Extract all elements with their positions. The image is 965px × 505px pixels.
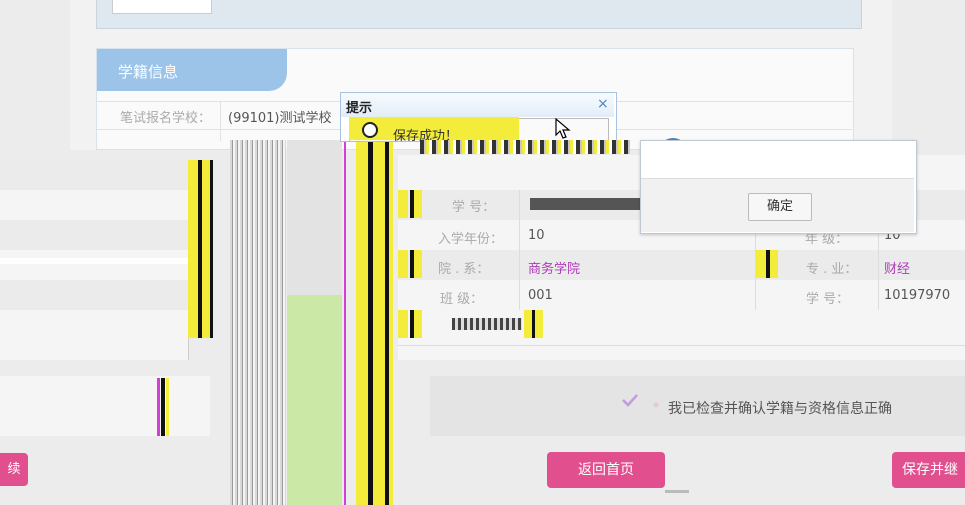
page-root: { "top_section": { "tab_title": "学籍信息", … bbox=[0, 0, 965, 505]
save-continue-label: 保存并继 bbox=[902, 462, 958, 478]
back-home-label: 返回首页 bbox=[578, 462, 634, 478]
glitch-bar bbox=[202, 160, 210, 338]
left-row-3 bbox=[0, 258, 188, 264]
glitch-bar bbox=[770, 250, 778, 278]
section-tab-title: 学籍信息 bbox=[118, 63, 179, 81]
check-icon bbox=[622, 394, 638, 407]
glitch-banner bbox=[420, 140, 630, 154]
continue-button-label: 续 bbox=[7, 462, 21, 477]
row-divider bbox=[220, 101, 221, 141]
glitch-bar bbox=[210, 160, 213, 338]
left-row-4 bbox=[0, 280, 188, 310]
class-value: 001 bbox=[528, 288, 553, 303]
continue-button-partial[interactable]: 续 bbox=[0, 453, 28, 486]
left-row-2 bbox=[0, 220, 188, 250]
required-mark: * bbox=[653, 400, 659, 414]
dialog-titlebar bbox=[341, 93, 614, 117]
glitch-bar bbox=[356, 140, 368, 505]
glitch-bar bbox=[414, 310, 422, 338]
glitch-bar bbox=[414, 250, 422, 278]
dept-label: 院 . 系： bbox=[438, 262, 490, 277]
left-row-1 bbox=[0, 160, 188, 190]
class-label: 班 级： bbox=[440, 292, 484, 307]
underline-fragment bbox=[665, 490, 689, 493]
confirm-text: 我已检查并确认学籍与资格信息正确 bbox=[668, 401, 892, 417]
school-label: 笔试报名学校： bbox=[120, 111, 212, 126]
left-lower-pane bbox=[0, 376, 210, 436]
green-block bbox=[287, 295, 342, 505]
year-value: 10 bbox=[528, 228, 545, 243]
glitch-fragment bbox=[452, 318, 522, 330]
form-row-line bbox=[398, 345, 965, 346]
major-label: 专 . 业： bbox=[806, 262, 858, 277]
glitch-bar bbox=[344, 140, 346, 505]
school-value: (99101)测试学校 bbox=[228, 111, 332, 126]
glitch-bar bbox=[398, 190, 408, 218]
glitch-bar bbox=[756, 250, 766, 278]
back-home-button[interactable]: 返回首页 bbox=[547, 452, 665, 488]
glitch-bar bbox=[157, 378, 160, 436]
glitch-bar bbox=[373, 140, 385, 505]
stuno-value: 10197970 bbox=[884, 288, 951, 303]
upper-input-stub bbox=[112, 0, 212, 14]
glitch-bar bbox=[414, 190, 422, 218]
year-label: 入学年份： bbox=[438, 232, 504, 247]
major-value: 财经 bbox=[884, 262, 911, 277]
save-continue-button[interactable]: 保存并继 bbox=[892, 452, 965, 488]
gray-block bbox=[287, 140, 342, 295]
glitch-bar bbox=[398, 310, 408, 338]
glitch-bar bbox=[188, 160, 198, 338]
info-icon bbox=[362, 122, 378, 138]
glitch-bar bbox=[535, 310, 543, 338]
dialog-close-button[interactable]: × bbox=[597, 96, 609, 112]
glitch-bar bbox=[398, 250, 408, 278]
dialog-ok-label: 确定 bbox=[766, 199, 793, 214]
glitch-bar bbox=[389, 140, 393, 505]
dialog-title: 提示 bbox=[346, 101, 373, 116]
dept-value: 商务学院 bbox=[528, 262, 581, 277]
name-label: 学 号： bbox=[452, 200, 496, 215]
dialog-ok-button[interactable]: 确定 bbox=[748, 193, 812, 221]
glitch-bar bbox=[161, 378, 165, 436]
name-value-redacted bbox=[530, 198, 640, 210]
stuno-label: 学 号： bbox=[806, 292, 850, 307]
glitch-bar bbox=[524, 310, 532, 338]
glitch-bar bbox=[166, 378, 169, 436]
glitch-lines bbox=[230, 140, 286, 505]
form-col-divider bbox=[519, 190, 520, 310]
confirm-checkbox[interactable] bbox=[620, 390, 640, 412]
